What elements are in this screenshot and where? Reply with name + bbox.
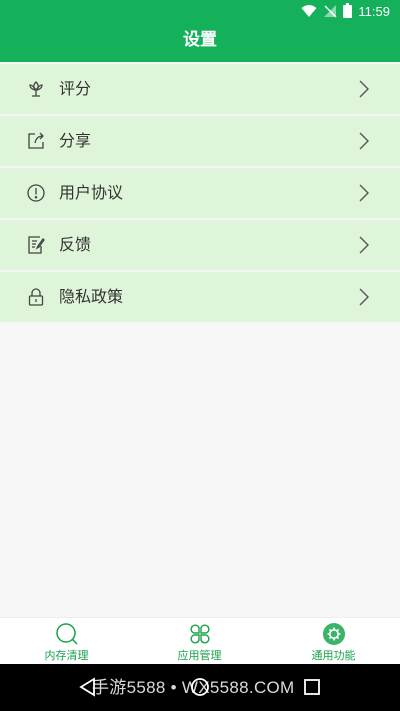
settings-list: 评分 分享 用户协议 反馈 隐私政策 [0, 64, 400, 324]
tab-memory-clean[interactable]: 内存清理 [0, 618, 133, 665]
app-bar: 设置 [0, 24, 400, 62]
lock-icon [26, 287, 46, 307]
settings-item-privacy[interactable]: 隐私政策 [0, 272, 400, 322]
empty-content-area [0, 322, 400, 617]
feedback-edit-icon [26, 235, 46, 255]
settings-item-label: 分享 [59, 131, 92, 150]
tab-app-manage[interactable]: 应用管理 [133, 618, 266, 665]
settings-item-label: 用户协议 [59, 183, 124, 202]
alert-circle-icon [26, 183, 46, 203]
battery-icon [343, 2, 353, 22]
chevron-right-icon [358, 183, 370, 203]
settings-item-rating[interactable]: 评分 [0, 64, 400, 114]
settings-item-user-agreement[interactable]: 用户协议 [0, 168, 400, 218]
rating-flower-icon [26, 79, 46, 99]
system-nav-bar [0, 664, 400, 711]
tab-label: 通用功能 [311, 649, 356, 662]
settings-item-label: 反馈 [59, 235, 92, 254]
tab-general[interactable]: 通用功能 [267, 618, 400, 665]
general-gear-icon [322, 622, 346, 646]
settings-item-feedback[interactable]: 反馈 [0, 220, 400, 270]
tab-label: 内存清理 [44, 649, 89, 662]
signal-off-icon [323, 3, 337, 22]
status-bar: 11:59 [0, 0, 400, 24]
chevron-right-icon [358, 235, 370, 255]
tab-label: 应用管理 [177, 649, 222, 662]
chevron-right-icon [358, 287, 370, 307]
page-title: 设置 [183, 30, 217, 50]
settings-item-label: 隐私政策 [59, 287, 124, 306]
wifi-icon [301, 3, 317, 22]
app-manage-icon [188, 622, 212, 646]
chevron-right-icon [358, 131, 370, 151]
share-icon [26, 131, 46, 151]
memory-clean-icon [55, 622, 79, 646]
home-icon[interactable] [190, 677, 210, 697]
settings-item-label: 评分 [59, 79, 92, 98]
status-time: 11:59 [358, 4, 390, 19]
bottom-tab-bar: 内存清理 应用管理 通用功能 [0, 617, 400, 665]
settings-item-share[interactable]: 分享 [0, 116, 400, 166]
recents-icon[interactable] [302, 677, 322, 697]
back-icon[interactable] [78, 677, 98, 697]
chevron-right-icon [358, 79, 370, 99]
